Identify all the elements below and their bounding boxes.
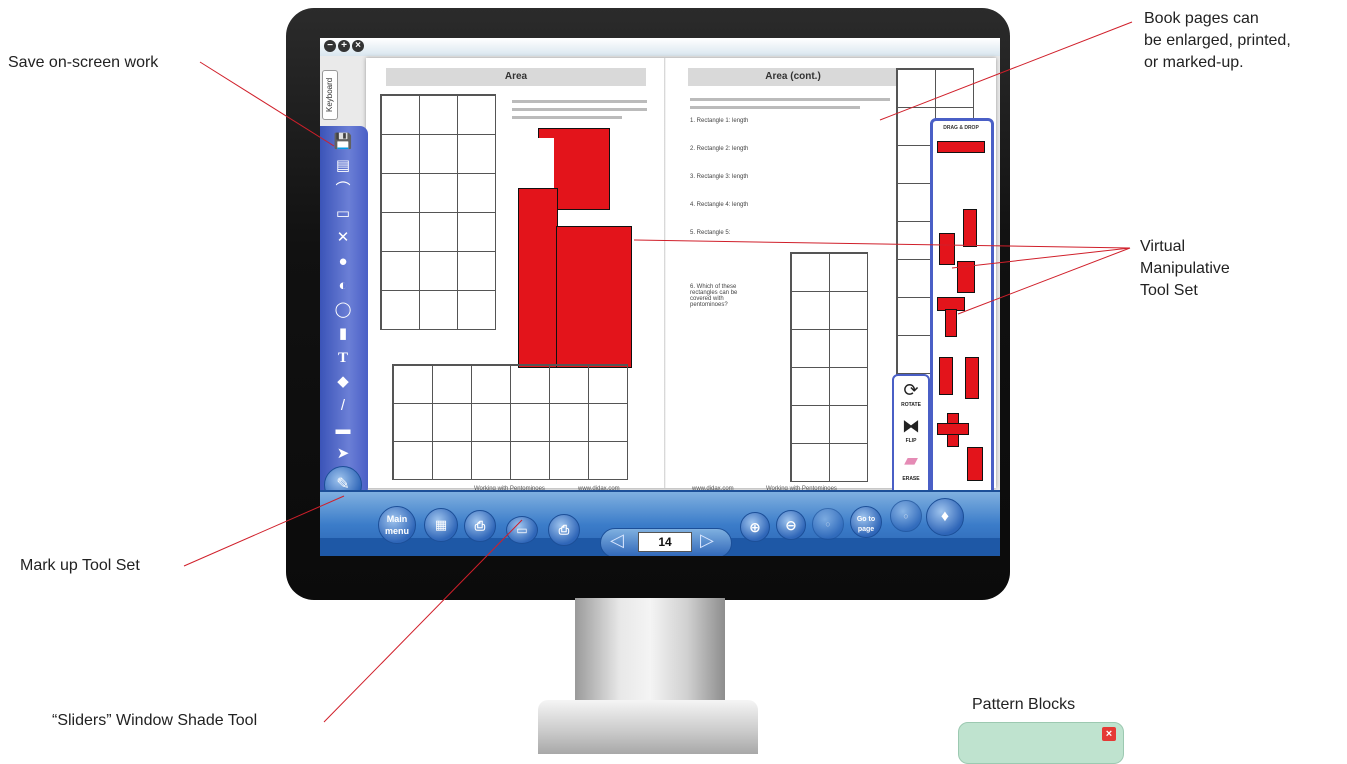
callout-book-pages-3: or marked-up.	[1144, 54, 1244, 71]
callout-virtual-3: Tool Set	[1140, 282, 1198, 299]
callout-book-pages-2: be enlarged, printed,	[1144, 32, 1291, 49]
callout-book-pages-1: Book pages can	[1144, 10, 1259, 27]
callout-lines	[183, 21, 1133, 723]
callout-sliders: “Sliders” Window Shade Tool	[52, 712, 258, 729]
pattern-blocks-window[interactable]	[958, 722, 1124, 764]
close-icon[interactable]: ×	[1102, 727, 1116, 741]
callout-virtual-1: Virtual	[1140, 238, 1186, 255]
callout-markup-toolset: Mark up Tool Set	[20, 557, 140, 574]
callout-virtual-2: Manipulative	[1140, 260, 1230, 277]
callout-pattern-blocks: Pattern Blocks	[972, 696, 1076, 713]
callout-save-work: Save on-screen work	[8, 54, 159, 71]
